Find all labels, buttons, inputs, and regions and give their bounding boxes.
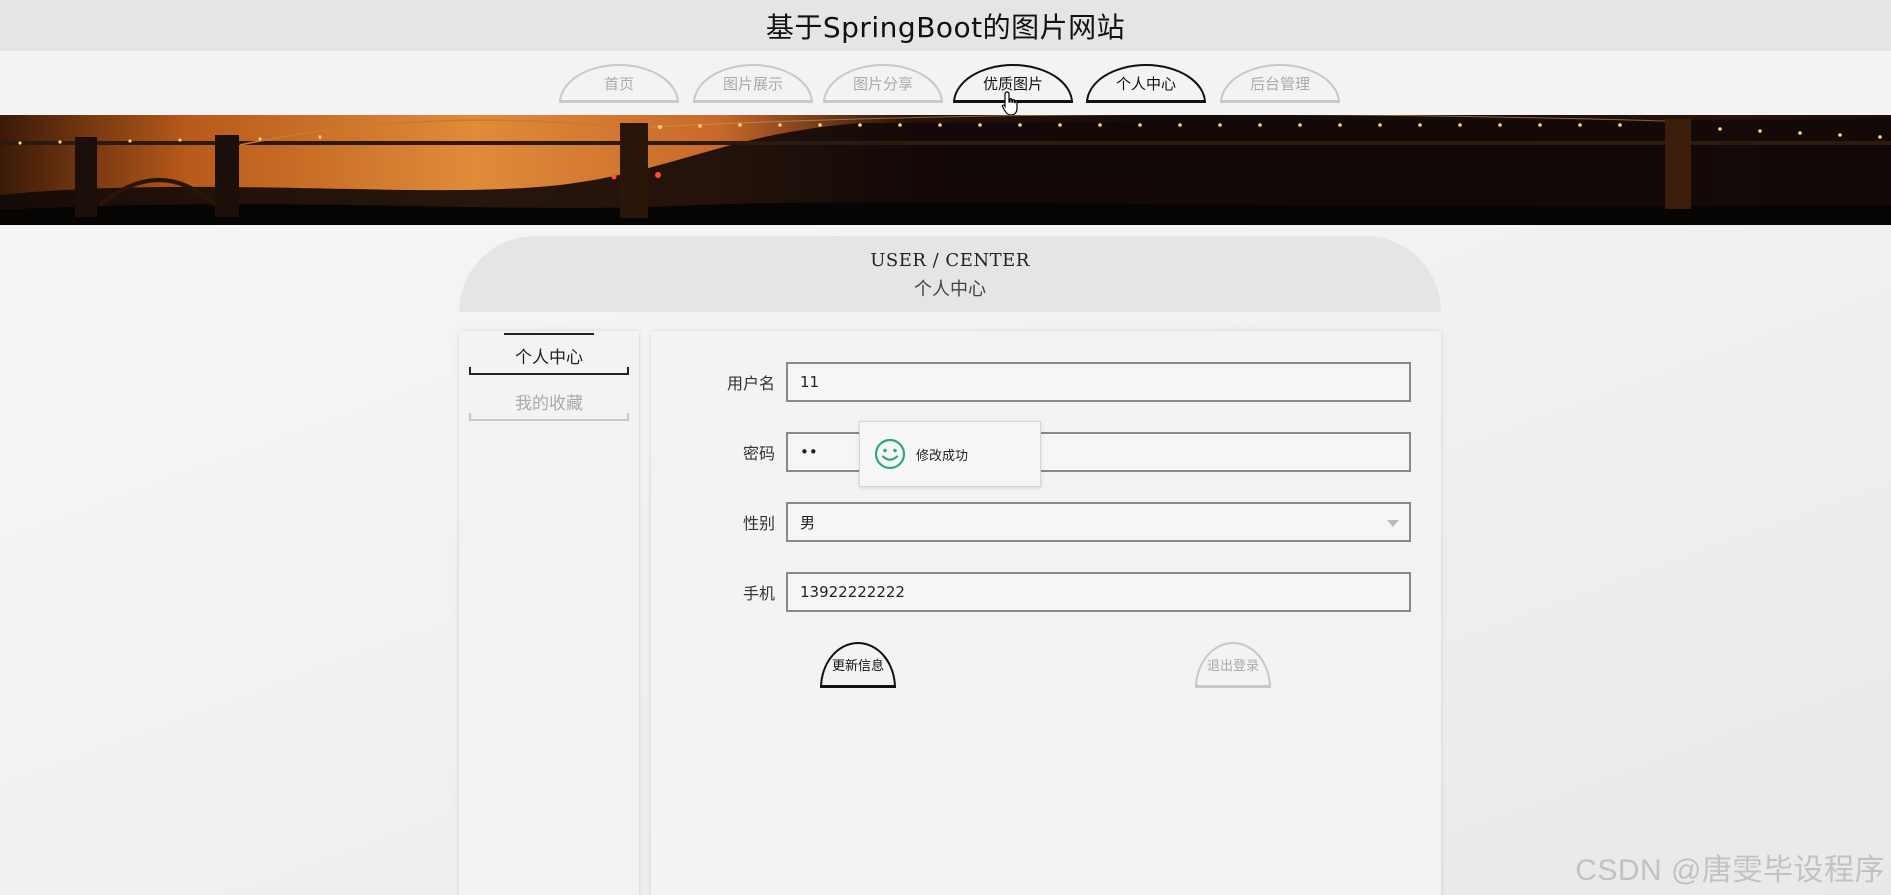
gender-row: 性别 男	[651, 502, 1441, 542]
smile-icon	[874, 438, 906, 470]
phone-input[interactable]: 13922222222	[786, 572, 1411, 612]
password-label: 密码	[742, 444, 775, 463]
username-input[interactable]: 11	[786, 362, 1411, 402]
password-row: 密码 ••	[651, 432, 1441, 472]
sidebar-item-user-center[interactable]: 个人中心	[469, 333, 629, 375]
bridge-skyline-image	[0, 115, 1891, 225]
toast-message: 修改成功	[916, 448, 969, 464]
site-title: 基于SpringBoot的图片网站	[765, 10, 1126, 44]
tab-underline	[469, 413, 629, 421]
title-bar: 基于SpringBoot的图片网站	[0, 0, 1891, 51]
watermark: CSDN @唐雯毕设程序	[1575, 854, 1885, 887]
dropdown-arrow-icon	[1387, 520, 1399, 527]
user-center-title-en: USER / CENTER	[870, 250, 1030, 271]
main-nav: 首页 图片展示 图片分享 优质图片 个人中心 后台管理	[0, 51, 1891, 115]
phone-label: 手机	[742, 584, 775, 603]
gender-label: 性别	[742, 514, 775, 533]
user-center-title-cn: 个人中心	[914, 279, 986, 300]
profile-form-panel: 用户名 11 密码 •• 性别 男 手机 13922222222	[651, 331, 1441, 895]
nav-item-user-center[interactable]: 个人中心	[1086, 64, 1206, 103]
user-sidebar: 个人中心 我的收藏	[459, 331, 639, 895]
tab-underline	[469, 367, 629, 375]
username-row: 用户名 11	[651, 362, 1441, 402]
nav-item-share[interactable]: 图片分享	[823, 64, 943, 103]
sidebar-item-label: 我的收藏	[515, 393, 583, 414]
success-toast: 修改成功	[859, 421, 1041, 487]
gender-selected-value: 男	[800, 513, 816, 532]
phone-row: 手机 13922222222	[651, 572, 1441, 612]
hand-cursor-icon	[1001, 91, 1018, 116]
user-center-header: USER / CENTER 个人中心	[459, 236, 1441, 312]
nav-item-admin[interactable]: 后台管理	[1220, 64, 1340, 103]
nav-item-home[interactable]: 首页	[559, 64, 679, 103]
gender-select[interactable]: 男	[786, 502, 1411, 542]
nav-item-gallery[interactable]: 图片展示	[693, 64, 813, 103]
username-label: 用户名	[726, 374, 775, 393]
banner-image	[0, 115, 1891, 225]
sidebar-item-favorites[interactable]: 我的收藏	[469, 381, 629, 421]
sidebar-item-label: 个人中心	[515, 347, 583, 368]
active-accent	[504, 333, 594, 335]
